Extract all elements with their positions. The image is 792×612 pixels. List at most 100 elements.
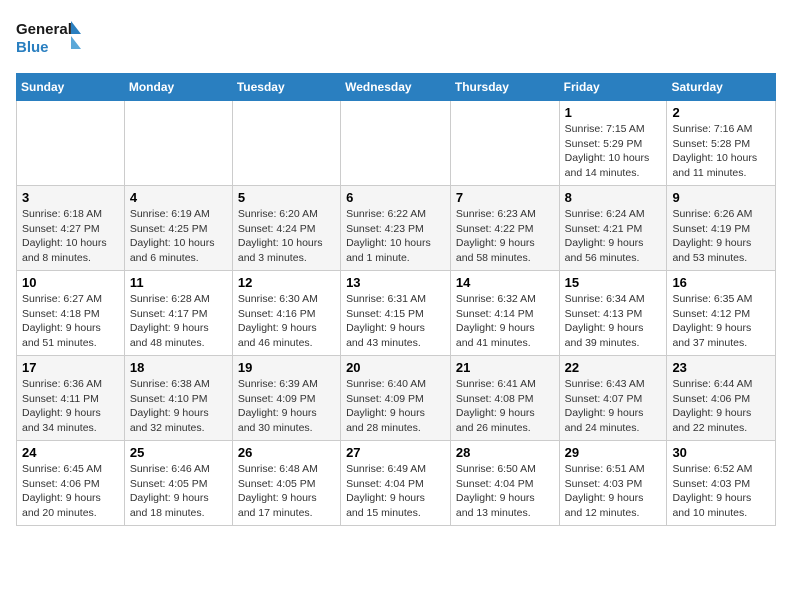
day-number: 12 — [238, 275, 335, 290]
calendar-week-row: 10 Sunrise: 6:27 AM Sunset: 4:18 PM Dayli… — [17, 271, 776, 356]
day-number: 1 — [565, 105, 662, 120]
calendar-header-row: SundayMondayTuesdayWednesdayThursdayFrid… — [17, 74, 776, 101]
day-number: 13 — [346, 275, 445, 290]
calendar-header-sunday: Sunday — [17, 74, 125, 101]
day-number: 10 — [22, 275, 119, 290]
day-number: 17 — [22, 360, 119, 375]
day-number: 14 — [456, 275, 554, 290]
calendar-header-saturday: Saturday — [667, 74, 776, 101]
day-info: Sunrise: 6:18 AM Sunset: 4:27 PM Dayligh… — [22, 207, 119, 266]
day-number: 26 — [238, 445, 335, 460]
day-number: 24 — [22, 445, 119, 460]
day-number: 25 — [130, 445, 227, 460]
calendar-cell — [232, 101, 340, 186]
day-info: Sunrise: 6:28 AM Sunset: 4:17 PM Dayligh… — [130, 292, 227, 351]
calendar-cell: 13 Sunrise: 6:31 AM Sunset: 4:15 PM Dayli… — [341, 271, 451, 356]
calendar-header-thursday: Thursday — [450, 74, 559, 101]
calendar-cell — [450, 101, 559, 186]
calendar-cell: 12Sunrise: 6:30 AM Sunset: 4:16 PM Dayli… — [232, 271, 340, 356]
day-info: Sunrise: 6:22 AM Sunset: 4:23 PM Dayligh… — [346, 207, 445, 266]
calendar-header-wednesday: Wednesday — [341, 74, 451, 101]
day-number: 8 — [565, 190, 662, 205]
calendar-cell: 5 Sunrise: 6:20 AM Sunset: 4:24 PM Daylig… — [232, 186, 340, 271]
calendar-cell: 28 Sunrise: 6:50 AM Sunset: 4:04 PM Dayli… — [450, 441, 559, 526]
day-info: Sunrise: 6:52 AM Sunset: 4:03 PM Dayligh… — [672, 462, 770, 521]
calendar-cell: 17 Sunrise: 6:36 AM Sunset: 4:11 PM Dayli… — [17, 356, 125, 441]
day-info: Sunrise: 6:40 AM Sunset: 4:09 PM Dayligh… — [346, 377, 445, 436]
day-number: 7 — [456, 190, 554, 205]
day-info: Sunrise: 6:50 AM Sunset: 4:04 PM Dayligh… — [456, 462, 554, 521]
day-info: Sunrise: 6:48 AM Sunset: 4:05 PM Dayligh… — [238, 462, 335, 521]
day-info: Sunrise: 6:20 AM Sunset: 4:24 PM Dayligh… — [238, 207, 335, 266]
calendar-cell: 8 Sunrise: 6:24 AM Sunset: 4:21 PM Daylig… — [559, 186, 667, 271]
page-header: GeneralBlue — [16, 16, 776, 61]
calendar-cell: 11 Sunrise: 6:28 AM Sunset: 4:17 PM Dayli… — [124, 271, 232, 356]
svg-text:Blue: Blue — [16, 39, 49, 56]
day-number: 18 — [130, 360, 227, 375]
day-info: Sunrise: 6:44 AM Sunset: 4:06 PM Dayligh… — [672, 377, 770, 436]
logo: GeneralBlue — [16, 16, 86, 61]
day-info: Sunrise: 6:49 AM Sunset: 4:04 PM Dayligh… — [346, 462, 445, 521]
calendar-cell: 29 Sunrise: 6:51 AM Sunset: 4:03 PM Dayli… — [559, 441, 667, 526]
day-number: 22 — [565, 360, 662, 375]
day-number: 3 — [22, 190, 119, 205]
day-info: Sunrise: 6:41 AM Sunset: 4:08 PM Dayligh… — [456, 377, 554, 436]
calendar-cell: 1 Sunrise: 7:15 AM Sunset: 5:29 PM Daylig… — [559, 101, 667, 186]
calendar-week-row: 17 Sunrise: 6:36 AM Sunset: 4:11 PM Dayli… — [17, 356, 776, 441]
calendar-cell: 23 Sunrise: 6:44 AM Sunset: 4:06 PM Dayli… — [667, 356, 776, 441]
day-info: Sunrise: 6:38 AM Sunset: 4:10 PM Dayligh… — [130, 377, 227, 436]
calendar-header-monday: Monday — [124, 74, 232, 101]
day-info: Sunrise: 6:31 AM Sunset: 4:15 PM Dayligh… — [346, 292, 445, 351]
day-info: Sunrise: 7:15 AM Sunset: 5:29 PM Dayligh… — [565, 122, 662, 181]
calendar-cell — [124, 101, 232, 186]
calendar-cell: 21 Sunrise: 6:41 AM Sunset: 4:08 PM Dayli… — [450, 356, 559, 441]
calendar-cell: 14 Sunrise: 6:32 AM Sunset: 4:14 PM Dayli… — [450, 271, 559, 356]
calendar-cell: 27Sunrise: 6:49 AM Sunset: 4:04 PM Dayli… — [341, 441, 451, 526]
day-info: Sunrise: 6:19 AM Sunset: 4:25 PM Dayligh… — [130, 207, 227, 266]
calendar-cell: 22Sunrise: 6:43 AM Sunset: 4:07 PM Dayli… — [559, 356, 667, 441]
day-number: 29 — [565, 445, 662, 460]
calendar-cell: 10 Sunrise: 6:27 AM Sunset: 4:18 PM Dayli… — [17, 271, 125, 356]
calendar-cell: 18 Sunrise: 6:38 AM Sunset: 4:10 PM Dayli… — [124, 356, 232, 441]
day-number: 23 — [672, 360, 770, 375]
day-number: 11 — [130, 275, 227, 290]
day-info: Sunrise: 6:27 AM Sunset: 4:18 PM Dayligh… — [22, 292, 119, 351]
day-number: 5 — [238, 190, 335, 205]
day-info: Sunrise: 7:16 AM Sunset: 5:28 PM Dayligh… — [672, 122, 770, 181]
calendar-week-row: 3 Sunrise: 6:18 AM Sunset: 4:27 PM Daylig… — [17, 186, 776, 271]
day-info: Sunrise: 6:36 AM Sunset: 4:11 PM Dayligh… — [22, 377, 119, 436]
day-info: Sunrise: 6:45 AM Sunset: 4:06 PM Dayligh… — [22, 462, 119, 521]
calendar-cell: 20 Sunrise: 6:40 AM Sunset: 4:09 PM Dayli… — [341, 356, 451, 441]
calendar-cell: 9 Sunrise: 6:26 AM Sunset: 4:19 PM Daylig… — [667, 186, 776, 271]
calendar-week-row: 1 Sunrise: 7:15 AM Sunset: 5:29 PM Daylig… — [17, 101, 776, 186]
day-number: 20 — [346, 360, 445, 375]
day-number: 28 — [456, 445, 554, 460]
calendar-cell: 26 Sunrise: 6:48 AM Sunset: 4:05 PM Dayli… — [232, 441, 340, 526]
day-info: Sunrise: 6:46 AM Sunset: 4:05 PM Dayligh… — [130, 462, 227, 521]
day-info: Sunrise: 6:23 AM Sunset: 4:22 PM Dayligh… — [456, 207, 554, 266]
day-number: 21 — [456, 360, 554, 375]
day-number: 6 — [346, 190, 445, 205]
calendar-cell — [17, 101, 125, 186]
day-info: Sunrise: 6:39 AM Sunset: 4:09 PM Dayligh… — [238, 377, 335, 436]
calendar-cell: 4 Sunrise: 6:19 AM Sunset: 4:25 PM Daylig… — [124, 186, 232, 271]
calendar-cell: 6 Sunrise: 6:22 AM Sunset: 4:23 PM Daylig… — [341, 186, 451, 271]
calendar-cell: 7 Sunrise: 6:23 AM Sunset: 4:22 PM Daylig… — [450, 186, 559, 271]
calendar-cell — [341, 101, 451, 186]
day-info: Sunrise: 6:24 AM Sunset: 4:21 PM Dayligh… — [565, 207, 662, 266]
calendar-cell: 2 Sunrise: 7:16 AM Sunset: 5:28 PM Daylig… — [667, 101, 776, 186]
day-info: Sunrise: 6:51 AM Sunset: 4:03 PM Dayligh… — [565, 462, 662, 521]
day-number: 30 — [672, 445, 770, 460]
calendar-cell: 19Sunrise: 6:39 AM Sunset: 4:09 PM Dayli… — [232, 356, 340, 441]
day-number: 4 — [130, 190, 227, 205]
calendar-cell: 3 Sunrise: 6:18 AM Sunset: 4:27 PM Daylig… — [17, 186, 125, 271]
svg-text:General: General — [16, 21, 72, 38]
day-number: 15 — [565, 275, 662, 290]
calendar-table: SundayMondayTuesdayWednesdayThursdayFrid… — [16, 73, 776, 526]
day-info: Sunrise: 6:32 AM Sunset: 4:14 PM Dayligh… — [456, 292, 554, 351]
calendar-cell: 30 Sunrise: 6:52 AM Sunset: 4:03 PM Dayli… — [667, 441, 776, 526]
logo-svg: GeneralBlue — [16, 16, 86, 61]
day-number: 2 — [672, 105, 770, 120]
day-info: Sunrise: 6:26 AM Sunset: 4:19 PM Dayligh… — [672, 207, 770, 266]
day-number: 9 — [672, 190, 770, 205]
